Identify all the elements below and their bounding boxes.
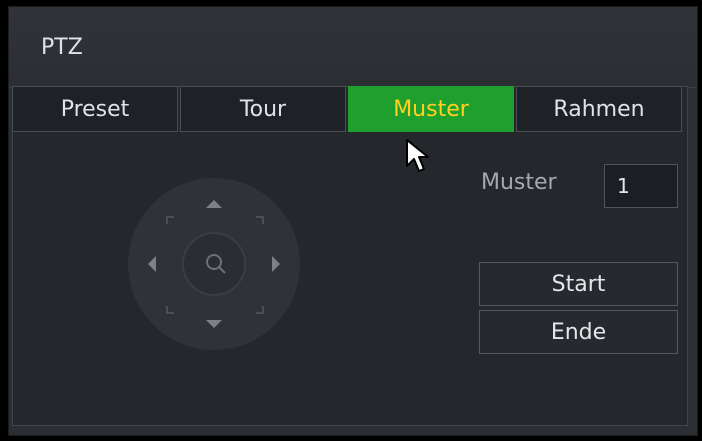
tab-muster[interactable]: Muster xyxy=(348,86,514,132)
pattern-label: Muster xyxy=(481,170,557,195)
title-bar: PTZ xyxy=(9,7,697,88)
arrow-right-icon[interactable] xyxy=(272,256,280,272)
arrow-up-icon[interactable] xyxy=(206,200,222,208)
tab-preset[interactable]: Preset xyxy=(12,86,178,132)
zoom-lens-icon xyxy=(206,254,226,274)
start-button[interactable]: Start xyxy=(479,262,678,306)
arrow-left-icon[interactable] xyxy=(148,256,156,272)
tab-bar: Preset Tour Muster Rahmen xyxy=(12,86,684,132)
corner-mark xyxy=(256,216,264,224)
pattern-number-input[interactable] xyxy=(604,164,678,208)
tab-tour[interactable]: Tour xyxy=(180,86,346,132)
corner-mark xyxy=(256,306,264,314)
tab-rahmen[interactable]: Rahmen xyxy=(516,86,682,132)
corner-mark xyxy=(166,216,174,224)
end-button[interactable]: Ende xyxy=(479,310,678,354)
corner-mark xyxy=(166,306,174,314)
tab-content-panel xyxy=(12,86,688,426)
ptz-joystick[interactable] xyxy=(128,178,300,350)
mouse-cursor-icon xyxy=(406,139,429,172)
window-title: PTZ xyxy=(41,35,83,60)
arrow-down-icon[interactable] xyxy=(206,320,222,328)
